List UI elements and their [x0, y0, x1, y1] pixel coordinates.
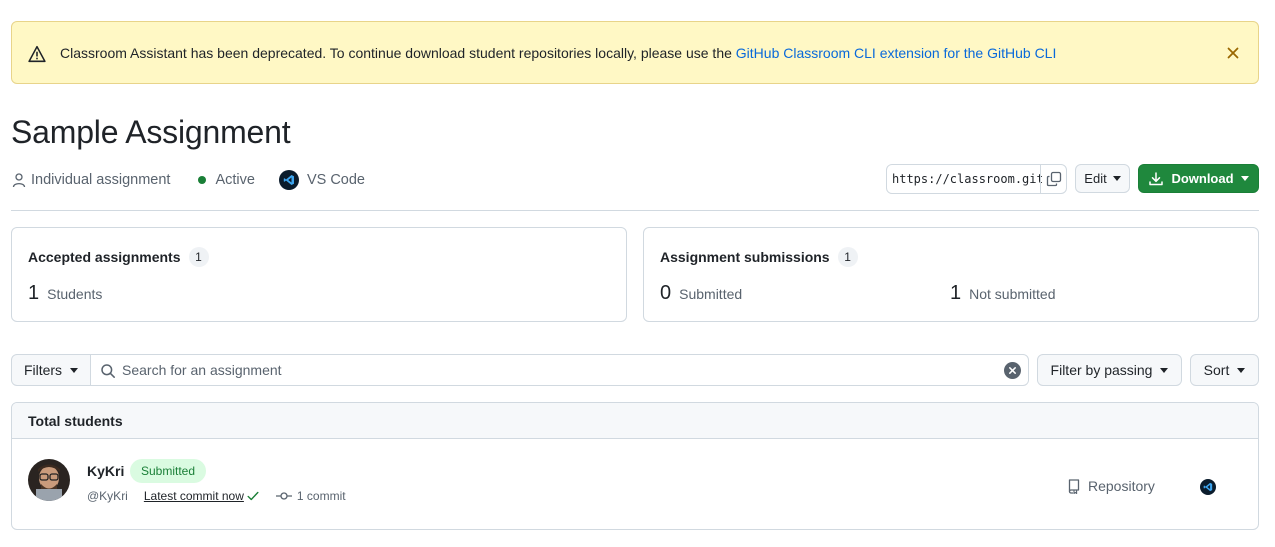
- alert-icon: [28, 45, 46, 63]
- sort-label: Sort: [1203, 362, 1230, 378]
- vscode-icon: [278, 170, 299, 190]
- banner-message: Classroom Assistant has been deprecated.…: [60, 45, 1056, 61]
- student-name[interactable]: KyKri: [87, 463, 124, 479]
- table-header: Total students: [12, 403, 1258, 439]
- status-badge: Submitted: [130, 459, 207, 483]
- chevron-down-icon: [1112, 176, 1121, 181]
- repo-icon: [1068, 479, 1080, 494]
- student-meta: @KyKri Latest commit now 1 commit: [87, 489, 346, 503]
- chevron-down-icon: [70, 367, 79, 373]
- page-title: Sample Assignment: [11, 114, 291, 150]
- filters-button[interactable]: Filters: [11, 354, 91, 386]
- search-input[interactable]: [122, 360, 982, 380]
- repository-link[interactable]: Repository: [1066, 478, 1155, 494]
- check-icon: [247, 491, 259, 501]
- chevron-down-icon: [1160, 367, 1169, 373]
- search-icon: [101, 364, 115, 378]
- students-table: Total students KyKri Submitted @KyKri La…: [11, 402, 1259, 530]
- chevron-down-icon: [1240, 176, 1249, 181]
- clear-search-icon[interactable]: [1004, 362, 1021, 379]
- not-submitted-number: 1: [950, 282, 962, 304]
- submitted-stat: 0 Submitted: [660, 282, 742, 305]
- submissions-counter: 1: [837, 247, 858, 267]
- students-label: Students: [47, 286, 103, 302]
- accepted-heading-label: Accepted assignments: [28, 249, 181, 265]
- student-handle: @KyKri: [87, 489, 128, 503]
- accepted-counter: 1: [188, 247, 209, 267]
- assignment-meta: Individual assignment Active VS Code: [11, 170, 365, 190]
- download-icon: [1149, 171, 1164, 185]
- open-in-vscode-icon[interactable]: [1200, 479, 1216, 495]
- assignment-type: Individual assignment: [11, 172, 170, 188]
- assignment-status: Active: [170, 172, 255, 188]
- accepted-heading: Accepted assignments 1: [28, 247, 209, 267]
- filter-by-passing-label: Filter by passing: [1050, 362, 1153, 378]
- chevron-down-icon: [1237, 367, 1246, 373]
- close-icon[interactable]: [1224, 44, 1242, 62]
- submitted-number: 0: [660, 282, 672, 304]
- commit-count[interactable]: 1 commit: [297, 489, 346, 503]
- assignment-type-label: Individual assignment: [31, 172, 171, 188]
- accepted-assignments-card: Accepted assignments 1 1 Students: [11, 227, 627, 322]
- not-submitted-stat: 1 Not submitted: [950, 282, 1056, 305]
- submissions-heading-label: Assignment submissions: [660, 249, 830, 265]
- assignment-editor: VS Code: [255, 170, 365, 190]
- edit-label: Edit: [1084, 171, 1107, 186]
- copy-icon[interactable]: [1040, 165, 1066, 193]
- sort-button[interactable]: Sort: [1190, 354, 1259, 386]
- download-label: Download: [1171, 171, 1234, 186]
- status-label: Active: [215, 172, 255, 188]
- filters-label: Filters: [23, 362, 63, 378]
- commit-icon: [275, 492, 292, 500]
- latest-commit-link[interactable]: Latest commit now: [144, 489, 244, 503]
- invite-url-field[interactable]: https://classroom.github.com/a/: [886, 164, 1067, 194]
- edit-button[interactable]: Edit: [1075, 164, 1130, 193]
- students-number: 1: [28, 282, 40, 304]
- assignment-submissions-card: Assignment submissions 1 0 Submitted 1 N…: [643, 227, 1259, 322]
- divider: [11, 210, 1259, 211]
- avatar[interactable]: [28, 459, 70, 501]
- download-button[interactable]: Download: [1138, 164, 1259, 193]
- filter-by-passing-button[interactable]: Filter by passing: [1037, 354, 1182, 386]
- not-submitted-label: Not submitted: [969, 286, 1056, 302]
- repository-label: Repository: [1088, 478, 1155, 494]
- banner-text: Classroom Assistant has been deprecated.…: [60, 45, 736, 61]
- cli-extension-link[interactable]: GitHub Classroom CLI extension for the G…: [736, 45, 1057, 61]
- status-dot-icon: [198, 176, 207, 184]
- submissions-heading: Assignment submissions 1: [660, 247, 858, 267]
- editor-label: VS Code: [306, 172, 365, 188]
- search-box[interactable]: [90, 354, 1029, 386]
- person-icon: [12, 173, 26, 188]
- table-row: KyKri Submitted @KyKri Latest commit now…: [12, 439, 1258, 529]
- deprecation-banner: Classroom Assistant has been deprecated.…: [11, 21, 1259, 84]
- invite-url[interactable]: https://classroom.github.com/a/: [887, 172, 1042, 186]
- submitted-label: Submitted: [679, 286, 743, 302]
- students-stat: 1 Students: [28, 282, 102, 305]
